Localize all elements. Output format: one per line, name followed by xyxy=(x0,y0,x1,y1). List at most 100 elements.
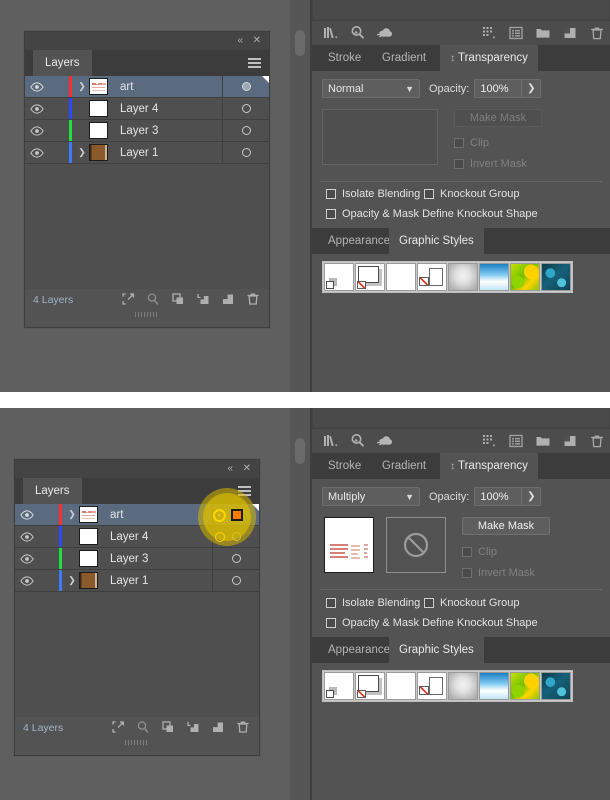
invert-mask-row[interactable]: Invert Mask xyxy=(454,158,542,170)
hamburger-menu-icon[interactable] xyxy=(248,58,261,68)
close-icon[interactable]: ✕ xyxy=(243,463,251,474)
layer-name[interactable]: Layer 4 xyxy=(113,103,222,115)
make-clipping-mask-icon[interactable] xyxy=(170,291,186,307)
graphic-style-swatch[interactable] xyxy=(386,263,416,291)
tab-layers[interactable]: Layers xyxy=(33,50,92,76)
table-row[interactable]: ❯ Layer 1 xyxy=(25,142,269,164)
table-row[interactable]: Layer 4 xyxy=(25,98,269,120)
visibility-toggle-icon[interactable] xyxy=(25,81,49,92)
clip-row[interactable]: Clip xyxy=(454,137,542,149)
layers-empty-area[interactable] xyxy=(25,164,269,289)
graphic-style-swatch[interactable] xyxy=(479,672,509,700)
blend-mode-select[interactable]: Multiply ▼ xyxy=(322,487,420,506)
create-new-sublayer-icon[interactable] xyxy=(195,291,211,307)
opacity-stepper-button[interactable]: ❯ xyxy=(522,79,542,98)
folder-icon[interactable] xyxy=(534,432,552,450)
cloud-upload-icon[interactable] xyxy=(376,432,394,450)
expand-disclosure-icon[interactable]: ❯ xyxy=(65,509,79,520)
create-new-layer-icon[interactable] xyxy=(220,291,236,307)
opacity-input[interactable]: 100% xyxy=(474,487,523,506)
graphic-style-swatch[interactable] xyxy=(417,672,447,700)
opacity-stepper-button[interactable]: ❯ xyxy=(522,487,542,506)
trash-icon[interactable] xyxy=(588,24,606,42)
tab-transparency[interactable]: ↕ Transparency xyxy=(440,453,538,479)
collapse-panel-icon[interactable]: « xyxy=(237,35,243,46)
folder-icon[interactable] xyxy=(534,24,552,42)
artwork-thumbnail-placeholder[interactable] xyxy=(322,109,438,165)
tab-stroke[interactable]: Stroke xyxy=(318,453,371,479)
search-icon[interactable] xyxy=(145,291,161,307)
graphic-style-swatch[interactable] xyxy=(386,672,416,700)
libraries-icon[interactable] xyxy=(322,432,340,450)
target-indicator[interactable] xyxy=(222,142,269,163)
layer-name[interactable]: art xyxy=(103,509,212,521)
graphic-style-swatch[interactable] xyxy=(510,263,540,291)
graphic-style-swatch[interactable] xyxy=(541,263,571,291)
panel-scrollbar-top[interactable] xyxy=(290,0,310,392)
opacity-mask-knockout-checkbox[interactable] xyxy=(326,618,336,628)
expand-disclosure-icon[interactable]: ❯ xyxy=(75,81,89,92)
graphic-style-swatch[interactable] xyxy=(355,672,385,700)
artwork-thumbnail[interactable] xyxy=(324,517,374,573)
new-layer-icon[interactable] xyxy=(561,24,579,42)
target-indicator[interactable] xyxy=(212,570,259,591)
tab-gradient[interactable]: Gradient xyxy=(372,453,436,479)
scrollbar-handle[interactable] xyxy=(295,30,305,56)
panel-resize-grip[interactable] xyxy=(25,311,269,318)
invert-mask-row[interactable]: Invert Mask xyxy=(462,567,550,579)
target-indicator[interactable] xyxy=(212,548,259,569)
graphic-style-swatch[interactable] xyxy=(479,263,509,291)
tab-appearance[interactable]: Appearance xyxy=(318,228,400,254)
new-layer-icon[interactable] xyxy=(561,432,579,450)
tab-graphic-styles[interactable]: Graphic Styles xyxy=(389,228,484,254)
panel-resize-grip[interactable] xyxy=(15,739,259,746)
opacity-mask-knockout-checkbox[interactable] xyxy=(326,209,336,219)
table-row[interactable]: ❯ art xyxy=(25,76,269,98)
graphic-style-swatch[interactable] xyxy=(510,672,540,700)
layer-name[interactable]: Layer 3 xyxy=(103,553,212,565)
graphic-style-swatch[interactable] xyxy=(448,263,478,291)
knockout-group-row[interactable]: Knockout Group xyxy=(424,597,520,609)
properties-list-icon[interactable] xyxy=(507,432,525,450)
tab-transparency[interactable]: ↕ Transparency xyxy=(440,45,538,71)
layer-name[interactable]: Layer 1 xyxy=(113,147,222,159)
isolate-blending-checkbox[interactable] xyxy=(326,598,336,608)
clip-checkbox[interactable] xyxy=(462,547,472,557)
create-new-sublayer-icon[interactable] xyxy=(185,719,201,735)
target-indicator[interactable] xyxy=(222,98,269,119)
graphic-style-swatch[interactable] xyxy=(324,672,354,700)
tab-layers[interactable]: Layers xyxy=(23,478,82,504)
visibility-toggle-icon[interactable] xyxy=(15,509,39,520)
expand-disclosure-icon[interactable]: ❯ xyxy=(75,147,89,158)
isolate-blending-checkbox[interactable] xyxy=(326,189,336,199)
visibility-toggle-icon[interactable] xyxy=(25,125,49,136)
visibility-toggle-icon[interactable] xyxy=(25,147,49,158)
graphic-style-swatch[interactable] xyxy=(417,263,447,291)
knockout-group-checkbox[interactable] xyxy=(424,189,434,199)
tab-graphic-styles[interactable]: Graphic Styles xyxy=(389,637,484,663)
visibility-toggle-icon[interactable] xyxy=(15,531,39,542)
highlighted-target-indicator-secondary-icon[interactable] xyxy=(215,532,225,542)
visibility-toggle-icon[interactable] xyxy=(25,103,49,114)
tab-appearance[interactable]: Appearance xyxy=(318,637,400,663)
delete-selection-icon[interactable] xyxy=(245,291,261,307)
arrange-grid-icon[interactable] xyxy=(480,24,498,42)
table-row[interactable]: Layer 3 xyxy=(15,548,259,570)
layer-name[interactable]: Layer 4 xyxy=(103,531,212,543)
hamburger-menu-icon[interactable] xyxy=(238,486,251,496)
invert-mask-checkbox[interactable] xyxy=(462,568,472,578)
isolate-blending-row[interactable]: Isolate Blending xyxy=(326,597,420,609)
opacity-mask-thumbnail[interactable] xyxy=(386,517,446,573)
create-new-layer-icon[interactable] xyxy=(210,719,226,735)
visibility-toggle-icon[interactable] xyxy=(15,553,39,564)
graphic-style-swatch[interactable] xyxy=(448,672,478,700)
graphic-style-swatch[interactable] xyxy=(541,672,571,700)
stock-search-icon[interactable] xyxy=(349,24,367,42)
layer-name[interactable]: art xyxy=(113,81,222,93)
tab-gradient[interactable]: Gradient xyxy=(372,45,436,71)
visibility-toggle-icon[interactable] xyxy=(15,575,39,586)
clip-row[interactable]: Clip xyxy=(462,546,550,558)
expand-disclosure-icon[interactable]: ❯ xyxy=(65,575,79,586)
clip-checkbox[interactable] xyxy=(454,138,464,148)
search-icon[interactable] xyxy=(135,719,151,735)
